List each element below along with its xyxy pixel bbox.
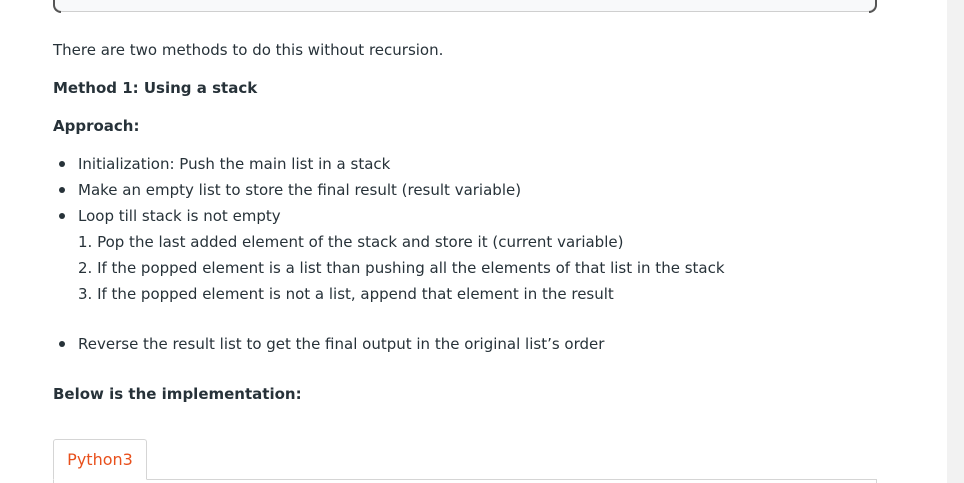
implementation-heading: Below is the implementation: <box>53 385 302 403</box>
bullet-icon <box>59 213 65 219</box>
method-heading: Method 1: Using a stack <box>53 79 258 97</box>
page-scrollbar-track[interactable] <box>947 0 964 483</box>
list-item-text: Reverse the result list to get the final… <box>78 335 605 353</box>
list-item: Make an empty list to store the final re… <box>53 180 521 206</box>
previous-code-block <box>53 0 877 13</box>
code-panel <box>53 479 877 483</box>
bullet-icon <box>59 187 65 193</box>
bracket-right-decoration <box>869 0 877 13</box>
loop-steps-list: 1. Pop the last added element of the sta… <box>78 232 725 310</box>
list-item: Reverse the result list to get the final… <box>53 334 604 354</box>
approach-bullet-list: Initialization: Push the main list in a … <box>53 154 521 232</box>
approach-heading: Approach: <box>53 117 140 135</box>
list-item: Loop till stack is not empty <box>53 206 521 232</box>
list-item: 2. If the popped element is a list than … <box>78 259 725 277</box>
intro-paragraph: There are two methods to do this without… <box>53 41 444 59</box>
list-item: 1. Pop the last added element of the sta… <box>78 233 624 251</box>
bullet-icon <box>59 341 65 347</box>
list-item: Initialization: Push the main list in a … <box>53 154 521 180</box>
bullet-icon <box>59 161 65 167</box>
list-item-text: Initialization: Push the main list in a … <box>78 155 391 173</box>
tab-python3[interactable]: Python3 <box>53 439 147 480</box>
list-item: 3. If the popped element is not a list, … <box>78 285 614 303</box>
bracket-left-decoration <box>53 0 61 13</box>
list-item-text: Loop till stack is not empty <box>78 207 281 225</box>
list-item-text: Make an empty list to store the final re… <box>78 181 522 199</box>
